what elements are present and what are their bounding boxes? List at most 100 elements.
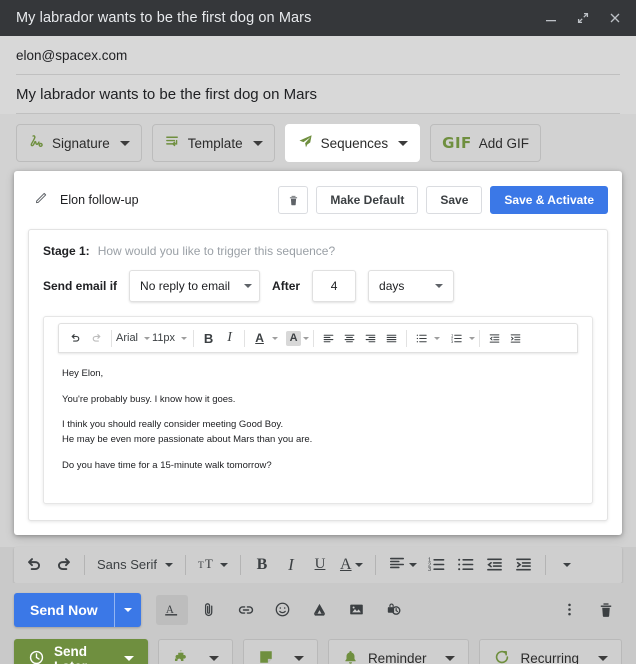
sequence-panel: Elon follow-up Make Default Save Save & … — [14, 171, 622, 535]
recipient-value[interactable]: elon@spacex.com — [16, 48, 127, 63]
insert-link-button[interactable] — [230, 595, 262, 625]
bold-icon[interactable]: B — [198, 326, 219, 350]
bold-button[interactable]: B — [248, 551, 276, 579]
align-right-icon[interactable] — [360, 326, 381, 350]
sequence-font-family-value: Arial — [116, 332, 138, 344]
reminder-label: Reminder — [368, 651, 427, 664]
recurring-icon — [493, 648, 511, 664]
delay-amount-value: 4 — [331, 279, 338, 293]
discard-draft-button[interactable] — [590, 595, 622, 625]
toolbar-divider — [193, 330, 194, 347]
notes-button[interactable] — [243, 639, 318, 664]
align-left-icon[interactable] — [318, 326, 339, 350]
add-gif-button[interactable]: GIF Add GIF — [430, 124, 541, 162]
attach-file-button[interactable] — [193, 595, 225, 625]
bulleted-list-icon[interactable] — [411, 326, 432, 350]
align-button[interactable] — [383, 551, 422, 579]
indent-increase-icon[interactable] — [505, 326, 526, 350]
signature-label: Signature — [52, 136, 110, 151]
align-center-icon[interactable] — [339, 326, 360, 350]
chevron-down-icon[interactable] — [120, 141, 130, 146]
send-later-button[interactable]: Send Later — [14, 639, 148, 664]
indent-less-button[interactable] — [481, 551, 509, 579]
font-family-select[interactable]: Sans Serif — [92, 551, 178, 579]
chevron-down-icon — [220, 563, 228, 567]
subject-field[interactable]: My labrador wants to be the first dog on… — [0, 75, 636, 114]
sequence-font-size-select[interactable]: 11px — [152, 332, 189, 344]
sequence-font-family-select[interactable]: Arial — [116, 332, 152, 344]
chevron-down-icon[interactable] — [469, 337, 475, 340]
delay-unit-select[interactable]: days — [368, 270, 454, 302]
text-color-button[interactable]: A — [335, 551, 368, 579]
text-size-icon: TT — [198, 555, 217, 575]
text-color-icon[interactable]: A — [249, 326, 270, 350]
toolbar-divider — [479, 330, 480, 347]
compose-window: My labrador wants to be the first dog on… — [0, 0, 636, 664]
body-paragraph: You're probably busy. I know how it goes… — [62, 393, 578, 408]
expand-button[interactable] — [574, 9, 592, 27]
body-paragraph: I think you should really consider meeti… — [62, 418, 578, 433]
insert-photo-button[interactable] — [341, 595, 373, 625]
numbered-list-button[interactable]: 123 — [423, 551, 451, 579]
sequences-label: Sequences — [321, 136, 389, 151]
indent-more-button[interactable] — [510, 551, 538, 579]
redo-button[interactable] — [49, 551, 77, 579]
italic-button[interactable]: I — [277, 551, 305, 579]
make-default-button[interactable]: Make Default — [316, 186, 418, 214]
note-icon — [257, 648, 275, 664]
minimize-button[interactable] — [542, 9, 560, 27]
indent-decrease-icon[interactable] — [484, 326, 505, 350]
insert-emoji-button[interactable] — [267, 595, 299, 625]
confidential-mode-button[interactable] — [378, 595, 410, 625]
extensions-button[interactable] — [158, 639, 233, 664]
close-button[interactable] — [606, 9, 624, 27]
bell-icon — [342, 649, 359, 664]
toolbar-divider — [185, 555, 186, 575]
numbered-list-icon[interactable]: 123 — [446, 326, 467, 350]
italic-icon[interactable]: I — [219, 326, 240, 350]
save-button[interactable]: Save — [426, 186, 482, 214]
undo-icon[interactable] — [65, 326, 86, 350]
chevron-down-icon[interactable] — [272, 337, 278, 340]
sequence-actions: Make Default Save Save & Activate — [278, 186, 608, 214]
template-label: Template — [188, 136, 243, 151]
reminder-button[interactable]: Reminder — [328, 639, 470, 664]
font-size-button[interactable]: TT — [193, 551, 233, 579]
formatting-options-button[interactable]: A — [156, 595, 188, 625]
sequence-name-group[interactable]: Elon follow-up — [28, 190, 278, 210]
recipient-field[interactable]: elon@spacex.com — [0, 36, 636, 75]
more-options-button[interactable] — [553, 595, 585, 625]
bulleted-list-button[interactable] — [452, 551, 480, 579]
delay-amount-input[interactable]: 4 — [312, 270, 356, 302]
send-now-button[interactable]: Send Now — [14, 593, 141, 627]
more-format-options-button[interactable] — [553, 551, 581, 579]
chevron-down-icon — [181, 337, 187, 340]
pencil-icon[interactable] — [34, 190, 49, 210]
send-options-dropdown[interactable] — [115, 593, 141, 627]
highlight-color-icon[interactable]: A — [286, 331, 301, 346]
chevron-down-icon[interactable] — [398, 141, 408, 146]
chevron-down-icon — [209, 656, 219, 661]
stage-hint: How would you like to trigger this seque… — [98, 244, 335, 258]
subject-value[interactable]: My labrador wants to be the first dog on… — [16, 86, 317, 103]
chevron-down-icon[interactable] — [434, 337, 440, 340]
delete-sequence-button[interactable] — [278, 186, 308, 214]
underline-button[interactable]: U — [306, 551, 334, 579]
delay-unit-value: days — [379, 279, 421, 293]
insert-drive-file-button[interactable] — [304, 595, 336, 625]
font-family-value: Sans Serif — [97, 557, 157, 572]
sequences-button[interactable]: Sequences — [285, 124, 421, 162]
redo-icon[interactable] — [86, 326, 107, 350]
chevron-down-icon[interactable] — [303, 337, 309, 340]
signature-button[interactable]: Signature — [16, 124, 142, 162]
sequence-email-body[interactable]: Hey Elon, You're probably busy. I know h… — [44, 353, 592, 503]
template-button[interactable]: Template — [152, 124, 275, 162]
chevron-down-icon[interactable] — [253, 141, 263, 146]
align-justify-icon[interactable] — [381, 326, 402, 350]
sequence-name[interactable]: Elon follow-up — [60, 193, 139, 207]
undo-button[interactable] — [20, 551, 48, 579]
recurring-label: Recurring — [520, 651, 579, 664]
save-and-activate-button[interactable]: Save & Activate — [490, 186, 608, 214]
recurring-button[interactable]: Recurring — [479, 639, 622, 664]
trigger-condition-select[interactable]: No reply to email — [129, 270, 260, 302]
